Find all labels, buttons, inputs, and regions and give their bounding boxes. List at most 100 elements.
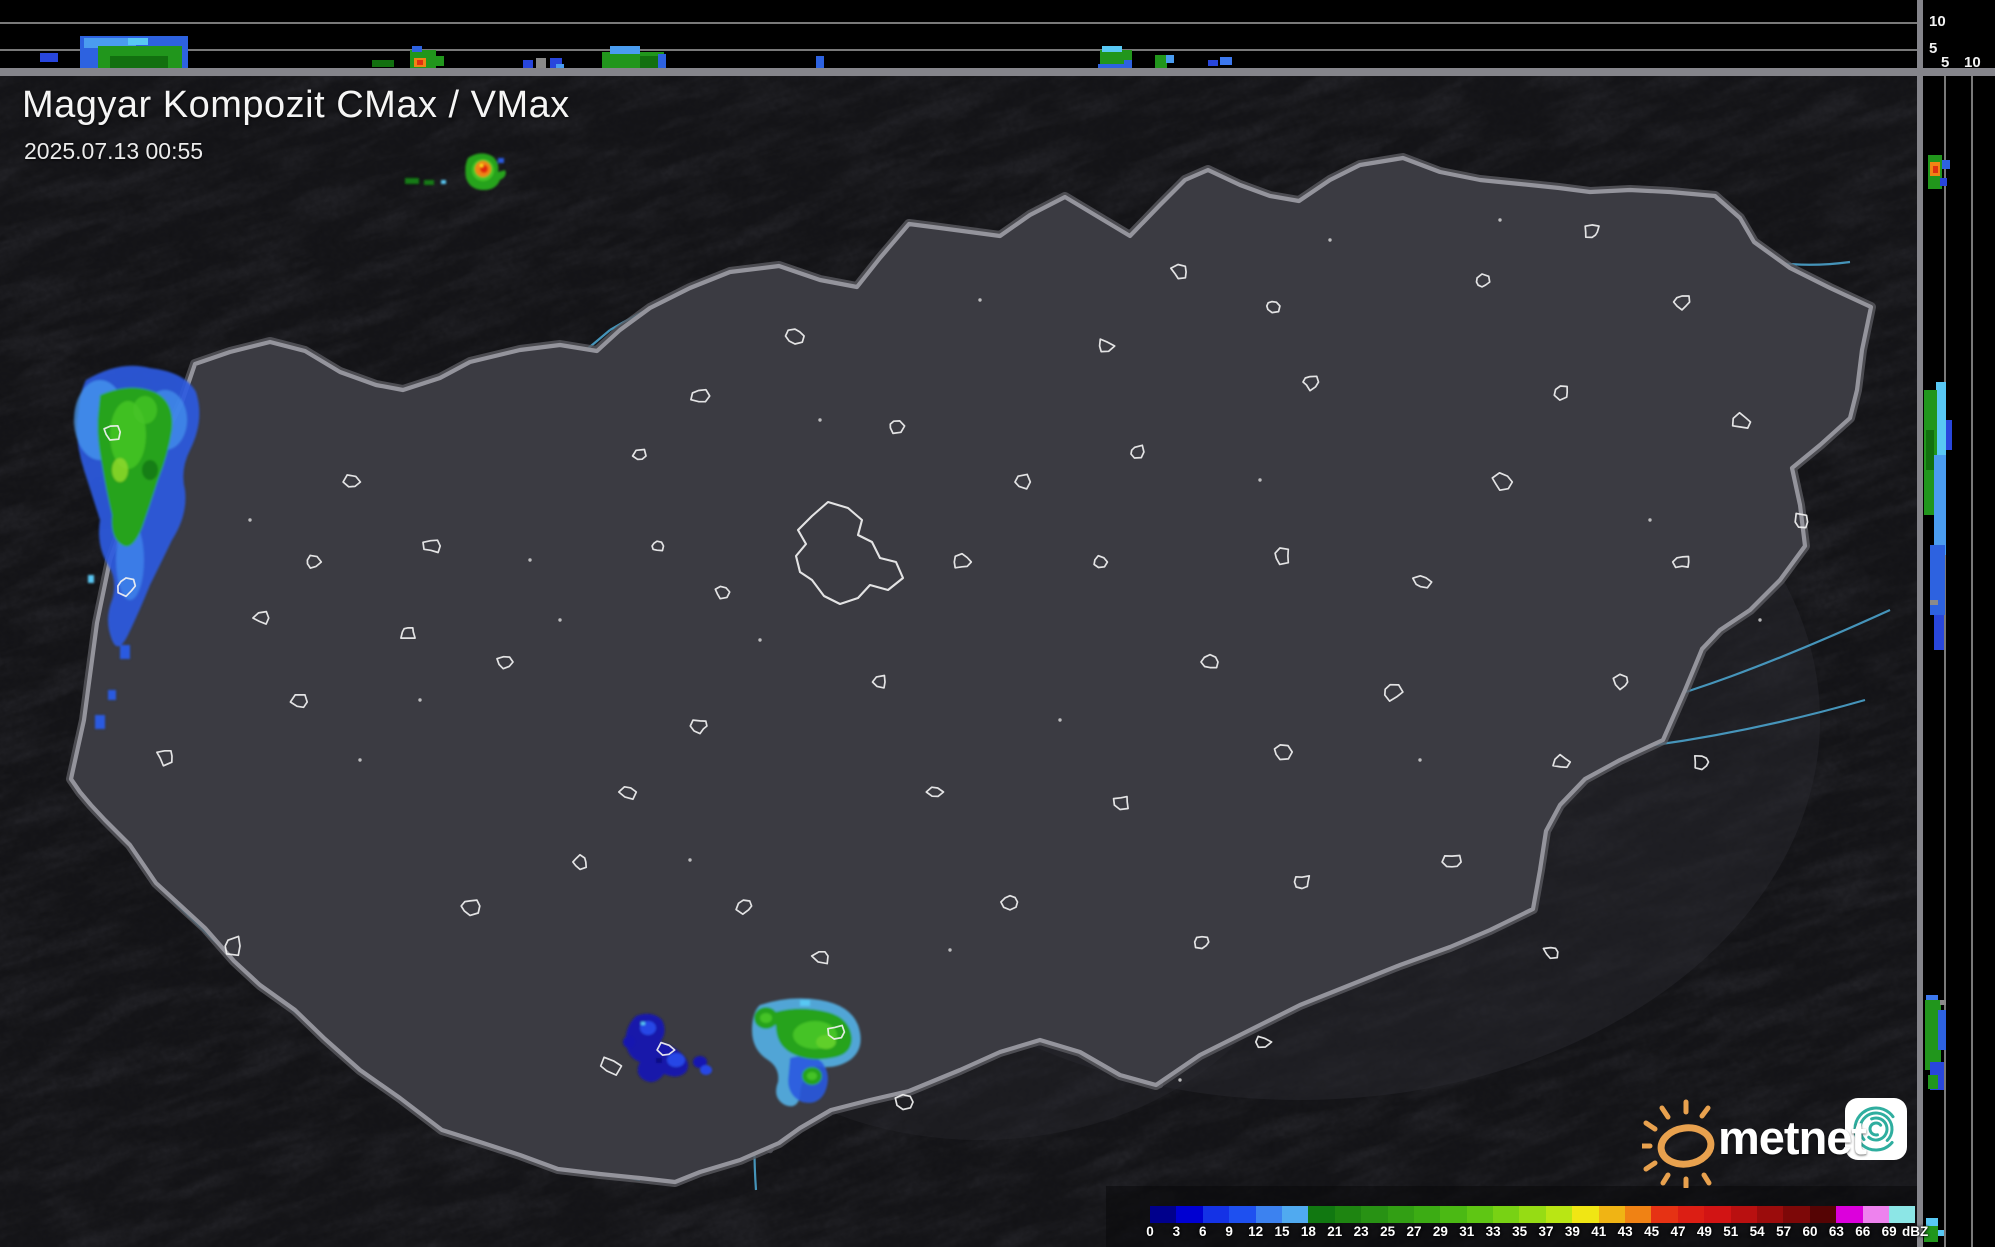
legend-color-cell xyxy=(1519,1206,1545,1223)
legend-tick-label: 27 xyxy=(1401,1224,1427,1239)
town-dot xyxy=(1758,618,1761,621)
legend-tick-label: 9 xyxy=(1216,1224,1242,1239)
profile-echo xyxy=(412,46,422,52)
town-dot xyxy=(758,638,761,641)
legend-tick-label: 57 xyxy=(1771,1224,1797,1239)
legend-tick-label: 43 xyxy=(1612,1224,1638,1239)
radar-screenshot: 10 5 5 10 Magyar Kompozit CMax / VMax 20… xyxy=(0,0,1995,1247)
profile-echo xyxy=(1220,57,1232,65)
legend-tick-label: 29 xyxy=(1427,1224,1453,1239)
legend-tick-label: 12 xyxy=(1243,1224,1269,1239)
profile-corner-panel: 10 5 5 10 xyxy=(1923,0,1995,68)
metnet-logo-text: metnet xyxy=(1718,1110,1866,1165)
legend-color-cell xyxy=(1361,1206,1387,1223)
legend-color-cell xyxy=(1308,1206,1334,1223)
town-dot xyxy=(688,858,691,861)
profile-echo xyxy=(1934,455,1946,555)
legend-tick-label: 35 xyxy=(1507,1224,1533,1239)
dbz-color-scale xyxy=(1150,1206,1915,1223)
profile-echo xyxy=(128,38,148,45)
legend-tick-label: 54 xyxy=(1744,1224,1770,1239)
legend-color-cell xyxy=(1493,1206,1519,1223)
legend-tick-label: 51 xyxy=(1718,1224,1744,1239)
top-axis-label-5km: 5 xyxy=(1929,41,1937,56)
town-dot xyxy=(558,618,561,621)
profile-echo xyxy=(1928,1075,1938,1089)
legend-tick-label: 41 xyxy=(1586,1224,1612,1239)
legend-tick-label: 66 xyxy=(1850,1224,1876,1239)
profile-echo xyxy=(1926,430,1934,470)
profile-echo xyxy=(536,58,546,68)
legend-color-cell xyxy=(1546,1206,1572,1223)
profile-echo xyxy=(816,56,824,68)
town-dot xyxy=(1258,478,1261,481)
town-dot xyxy=(1058,718,1061,721)
legend-color-cell xyxy=(1335,1206,1361,1223)
legend-tick-label: 21 xyxy=(1322,1224,1348,1239)
profile-echo xyxy=(1942,160,1950,169)
legend-color-cell xyxy=(1414,1206,1440,1223)
radar-map xyxy=(0,76,1917,1247)
legend-tick-label: 63 xyxy=(1823,1224,1849,1239)
legend-tick-label: 0 xyxy=(1137,1224,1163,1239)
town-dot xyxy=(948,948,951,951)
legend-color-cell xyxy=(1440,1206,1466,1223)
town-dot xyxy=(1648,518,1651,521)
town-dot xyxy=(358,758,361,761)
dbz-scale-labels: dBZ 036912151821232527293133353739414345… xyxy=(1150,1224,1960,1242)
town-dot xyxy=(528,558,531,561)
profile-echo xyxy=(1208,60,1218,66)
profile-echo xyxy=(1934,615,1944,650)
legend-color-cell xyxy=(1757,1206,1783,1223)
legend-color-cell xyxy=(1176,1206,1202,1223)
town-dot xyxy=(1328,238,1331,241)
legend-tick-label: 25 xyxy=(1375,1224,1401,1239)
profile-echo xyxy=(1946,420,1952,450)
timestamp: 2025.07.13 00:55 xyxy=(24,138,203,165)
legend-color-cell xyxy=(1678,1206,1704,1223)
legend-color-cell xyxy=(1229,1206,1255,1223)
legend-color-cell xyxy=(1704,1206,1730,1223)
profile-echo xyxy=(110,56,168,68)
legend-tick-label: 39 xyxy=(1559,1224,1585,1239)
profile-echo xyxy=(1166,55,1174,63)
legend-color-cell xyxy=(1467,1206,1493,1223)
top-profile-panel xyxy=(0,0,1917,68)
town-dot xyxy=(418,698,421,701)
legend-tick-label: 37 xyxy=(1533,1224,1559,1239)
legend-color-cell xyxy=(1150,1206,1176,1223)
page-title: Magyar Kompozit CMax / VMax xyxy=(22,84,570,127)
legend-tick-label: 47 xyxy=(1665,1224,1691,1239)
legend-tick-label: 49 xyxy=(1691,1224,1717,1239)
legend-tick-label: 69 xyxy=(1876,1224,1902,1239)
profile-echo xyxy=(1940,178,1947,186)
profile-echo xyxy=(640,56,660,68)
dbz-unit-label: dBZ xyxy=(1902,1224,1928,1239)
legend-color-cell xyxy=(1863,1206,1889,1223)
town-dot xyxy=(1178,1078,1181,1081)
metnet-logo: metnet xyxy=(1642,1092,1912,1188)
legend-color-cell xyxy=(1282,1206,1308,1223)
legend-tick-label: 6 xyxy=(1190,1224,1216,1239)
town-dot xyxy=(248,518,251,521)
right-profile-panel xyxy=(1923,76,1995,1247)
legend-tick-label: 23 xyxy=(1348,1224,1374,1239)
legend-color-cell xyxy=(1651,1206,1677,1223)
profile-echo xyxy=(1933,166,1938,173)
legend-tick-label: 3 xyxy=(1163,1224,1189,1239)
vertical-separator xyxy=(1917,0,1923,1247)
legend-color-cell xyxy=(1388,1206,1414,1223)
profile-echo xyxy=(1940,1000,1946,1005)
legend-color-cell xyxy=(1731,1206,1757,1223)
legend-tick-label: 33 xyxy=(1480,1224,1506,1239)
profile-echo xyxy=(1102,46,1122,52)
legend-color-cell xyxy=(1889,1206,1915,1223)
legend-tick-label: 15 xyxy=(1269,1224,1295,1239)
profile-echo xyxy=(1930,600,1938,605)
legend-tick-label: 60 xyxy=(1797,1224,1823,1239)
town-dot xyxy=(1498,218,1501,221)
town-dot xyxy=(1418,758,1421,761)
map-svg xyxy=(0,76,1917,1247)
horizontal-separator xyxy=(0,68,1995,76)
profile-echo xyxy=(1938,1010,1946,1050)
